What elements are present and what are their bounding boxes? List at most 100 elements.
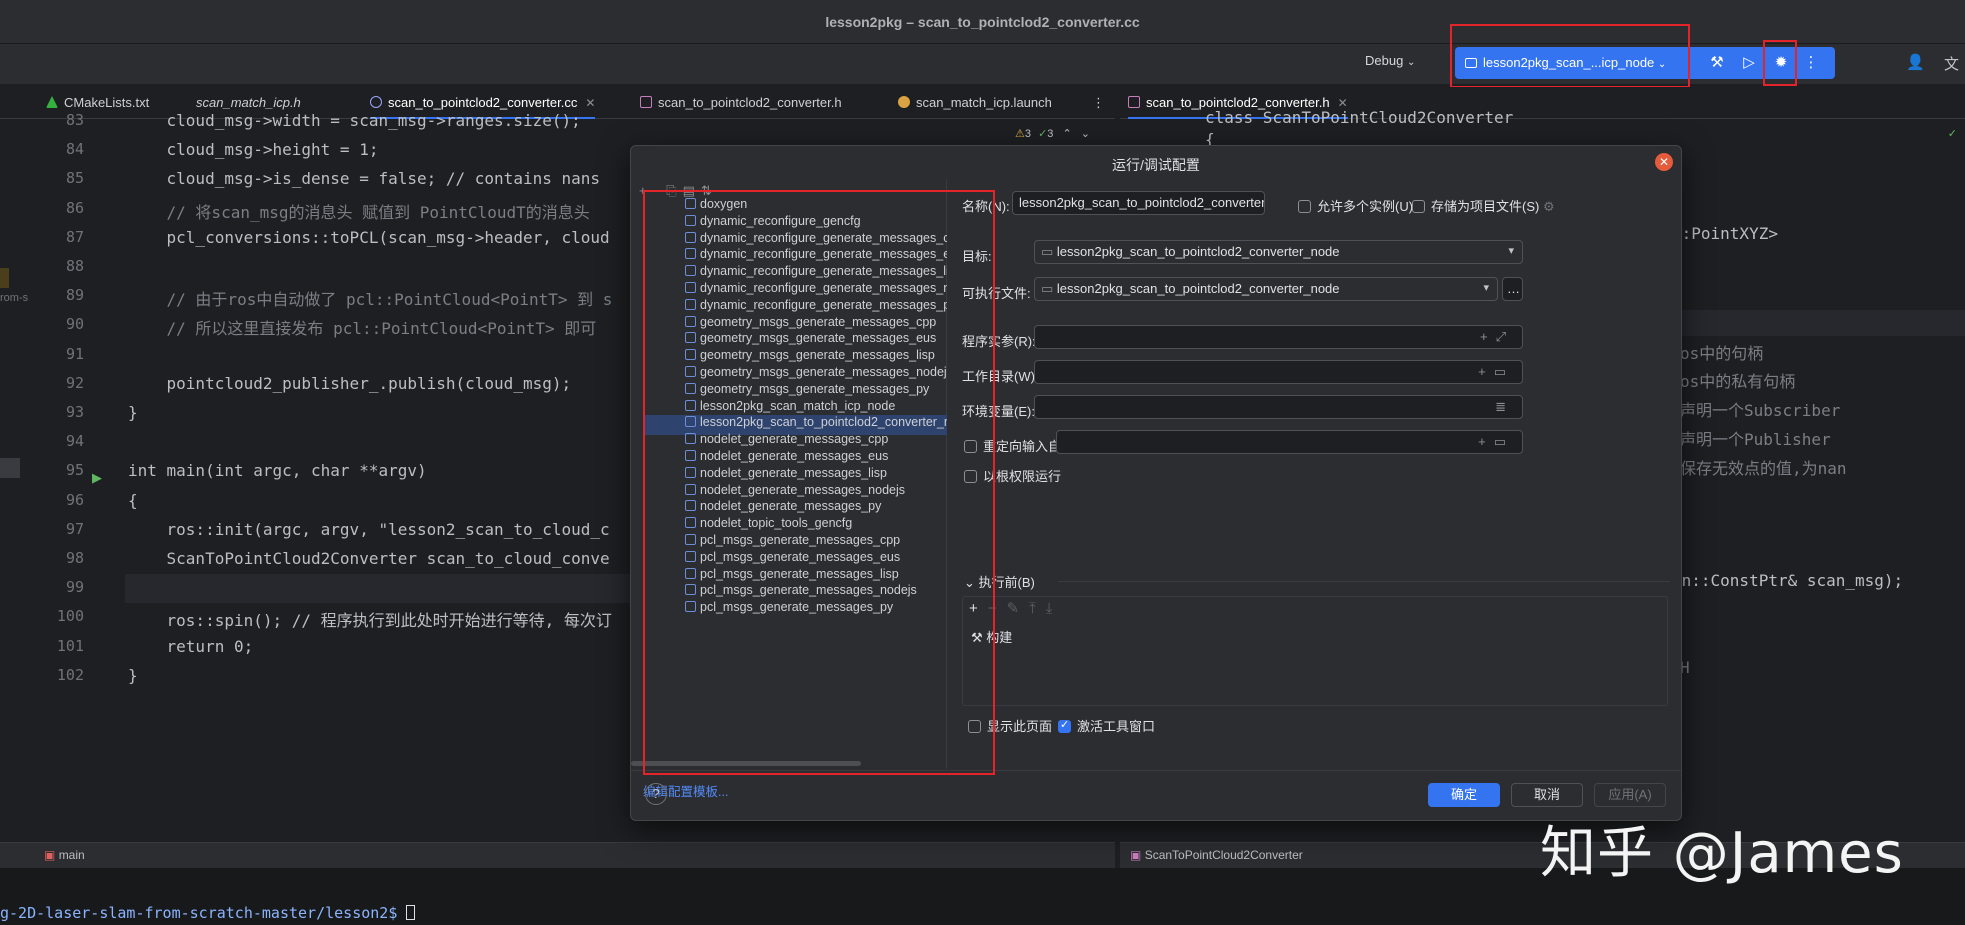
- checkbox-label: 存储为项目文件(S): [1431, 199, 1540, 214]
- ok-button[interactable]: 确定: [1428, 783, 1500, 807]
- add-user-icon[interactable]: 👤: [1906, 53, 1925, 71]
- dialog-title: 运行/调试配置: [1112, 157, 1200, 173]
- run-main-icon[interactable]: ▶: [92, 470, 102, 486]
- line-number: 91: [65, 344, 84, 363]
- highlight-box-debug: [1763, 40, 1797, 86]
- line-number: 92: [65, 373, 84, 392]
- translate-icon[interactable]: 文: [1944, 53, 1959, 74]
- add-icon[interactable]: +: [1478, 364, 1494, 379]
- list-icon[interactable]: ≣: [1495, 399, 1514, 414]
- breadcrumb-main[interactable]: ▣ main: [44, 848, 85, 862]
- expand-icon[interactable]: ⤢: [1496, 329, 1514, 344]
- right-code-line: ::PointXYZ>: [1672, 224, 1778, 243]
- inspection-widget[interactable]: ⚠3 ✓3 ⌃ ⌄: [1015, 127, 1090, 140]
- name-value: lesson2pkg_scan_to_pointclod2_converter_…: [1019, 195, 1264, 210]
- section-divider: [1058, 581, 1670, 582]
- ellipsis-icon: …: [1507, 281, 1520, 296]
- line-number: 102: [56, 665, 84, 684]
- config-form: 名称(N): lesson2pkg_scan_to_pointclod2_con…: [948, 179, 1683, 769]
- right-code-line: os中的句柄: [1680, 344, 1764, 363]
- store-project-checkbox[interactable]: 存储为项目文件(S) ⚙: [1412, 196, 1555, 215]
- add-icon[interactable]: +: [1480, 329, 1496, 344]
- executable-icon: ▭: [1041, 281, 1054, 296]
- breadcrumb-label: main: [58, 848, 85, 862]
- chevron-up-icon[interactable]: ⌃: [1062, 128, 1071, 140]
- redirect-input-field[interactable]: +▭: [1056, 430, 1523, 454]
- function-icon: ▣: [44, 848, 56, 862]
- checkbox-icon: [1298, 200, 1311, 213]
- build-mode-label: Debug: [1365, 53, 1404, 68]
- project-panel-fragment: rom-s: [0, 292, 29, 304]
- folder-icon[interactable]: ▭: [1494, 434, 1514, 449]
- line-number: 96: [65, 490, 84, 509]
- line-number: 84: [65, 140, 84, 159]
- folder-icon[interactable]: ▭: [1494, 364, 1514, 379]
- allow-multiple-checkbox[interactable]: 允许多个实例(U): [1298, 196, 1413, 215]
- watermark: 知乎 @James: [1540, 821, 1904, 886]
- apply-button[interactable]: 应用(A): [1594, 783, 1666, 807]
- panel-marker: [0, 458, 20, 478]
- browse-executable-button[interactable]: …: [1502, 277, 1523, 301]
- line-number: 94: [65, 432, 84, 451]
- move-down-icon[interactable]: ⤓: [1046, 600, 1063, 617]
- add-icon[interactable]: +: [1478, 434, 1494, 449]
- env-input[interactable]: ≣: [1034, 395, 1523, 419]
- field-icons: +▭: [1478, 434, 1514, 450]
- executable-value: lesson2pkg_scan_to_pointclod2_converter_…: [1056, 281, 1340, 296]
- cmake-icon: [46, 96, 58, 108]
- right-code-line: an::ConstPtr& scan_msg);: [1672, 571, 1904, 590]
- executable-select[interactable]: ▭ lesson2pkg_scan_to_pointclod2_converte…: [1034, 277, 1498, 301]
- more-actions-button[interactable]: ⋮: [1797, 51, 1825, 75]
- line-number: 90: [65, 315, 84, 334]
- terminal-cursor: [406, 905, 416, 920]
- before-launch-panel: +−✎⤒⤓ ⚒ 构建: [962, 596, 1668, 706]
- program-args-input[interactable]: +⤢: [1034, 325, 1523, 349]
- code-line: cloud_msg->width = scan_msg->ranges.size…: [125, 107, 1110, 136]
- code-text: // 所以这里直接发布 pcl::PointCloud<PointT> 即可: [128, 319, 597, 339]
- edit-icon[interactable]: ✎: [1007, 600, 1030, 617]
- chevron-down-icon: ⌄: [1406, 57, 1416, 68]
- chevron-down-icon[interactable]: ⌄: [1081, 128, 1090, 140]
- gear-icon[interactable]: ⚙: [1543, 199, 1555, 214]
- cancel-button[interactable]: 取消: [1511, 783, 1583, 807]
- checkbox-label: 重定向输入自:: [983, 439, 1065, 454]
- terminal-prompt: g-2D-laser-slam-from-scratch-master/less…: [0, 904, 416, 922]
- name-field[interactable]: lesson2pkg_scan_to_pointclod2_converter_…: [1012, 191, 1265, 215]
- checkbox-label: 允许多个实例(U): [1317, 199, 1414, 214]
- ok-count: 3: [1047, 128, 1054, 140]
- line-number: 88: [65, 257, 84, 275]
- field-icons: +▭: [1478, 364, 1514, 380]
- code-text: int main(int argc, char **argv): [128, 461, 427, 481]
- build-mode-selector[interactable]: Debug ⌄: [1365, 53, 1427, 75]
- chevron-down-icon: ▾: [1508, 245, 1514, 257]
- run-button[interactable]: ▷: [1735, 51, 1763, 75]
- code-text: pcl_conversions::toPCL(scan_msg->header,…: [128, 227, 610, 247]
- close-icon[interactable]: ✕: [1655, 153, 1673, 171]
- hammer-icon: ⚒: [1710, 54, 1724, 71]
- line-number: 95: [65, 461, 84, 480]
- help-button[interactable]: ?: [645, 783, 667, 805]
- breadcrumb-class[interactable]: ▣ ScanToPointCloud2Converter: [1130, 848, 1303, 862]
- check-icon: ✓: [1038, 128, 1048, 140]
- line-number: 97: [65, 519, 84, 538]
- code-text: }: [128, 403, 138, 422]
- workdir-input[interactable]: +▭: [1034, 360, 1523, 384]
- right-code-line: os中的私有句柄: [1680, 372, 1796, 391]
- field-icons: ≣: [1495, 399, 1514, 415]
- warning-count: 3: [1024, 128, 1031, 140]
- line-number: 93: [65, 403, 84, 421]
- target-select[interactable]: ▭ lesson2pkg_scan_to_pointclod2_converte…: [1034, 240, 1523, 264]
- code-text: ros::init(argc, argv, "lesson2_scan_to_c…: [128, 519, 610, 539]
- line-number: 101: [56, 636, 84, 655]
- activate-tool-window-checkbox[interactable]: 激活工具窗口: [1058, 716, 1155, 735]
- code-text: }: [128, 665, 138, 685]
- build-button[interactable]: ⚒: [1703, 51, 1731, 75]
- code-text: cloud_msg->height = 1;: [128, 140, 379, 160]
- move-up-icon[interactable]: ⤒: [1029, 600, 1046, 617]
- line-number: 89: [65, 286, 84, 305]
- code-text: {: [128, 490, 138, 510]
- right-code-line: 声明一个Publisher: [1680, 430, 1831, 449]
- checkbox-label: 激活工具窗口: [1077, 719, 1156, 734]
- line-number: 98: [65, 549, 84, 567]
- line-number: 85: [65, 169, 84, 188]
